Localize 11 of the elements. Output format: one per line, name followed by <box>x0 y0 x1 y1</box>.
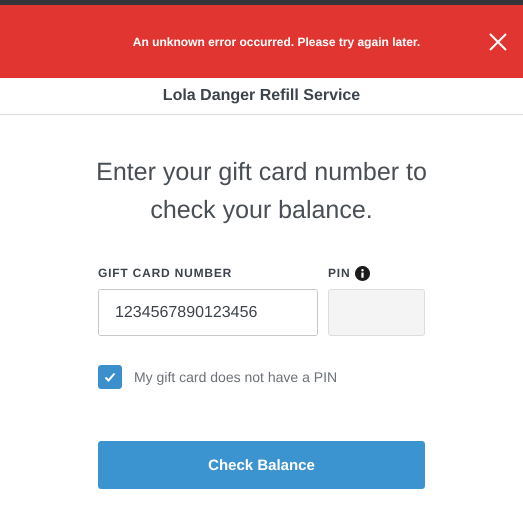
card-number-field[interactable]: 1234567890123456 <box>98 289 318 336</box>
checkbox-label: My gift card does not have a PIN <box>134 369 338 385</box>
page-heading: Enter your gift card number to check your balance. <box>95 157 428 226</box>
checkbox[interactable] <box>98 365 122 389</box>
close-button[interactable] <box>487 31 509 53</box>
field-label: GIFT CARD NUMBER <box>98 266 232 280</box>
info-icon[interactable] <box>355 266 370 280</box>
check-icon <box>103 370 117 384</box>
error-message: An unknown error occurred. Please try again later. <box>132 34 420 48</box>
store-title: Lola Danger Refill Service <box>162 87 360 105</box>
field-label: PIN <box>328 266 350 280</box>
